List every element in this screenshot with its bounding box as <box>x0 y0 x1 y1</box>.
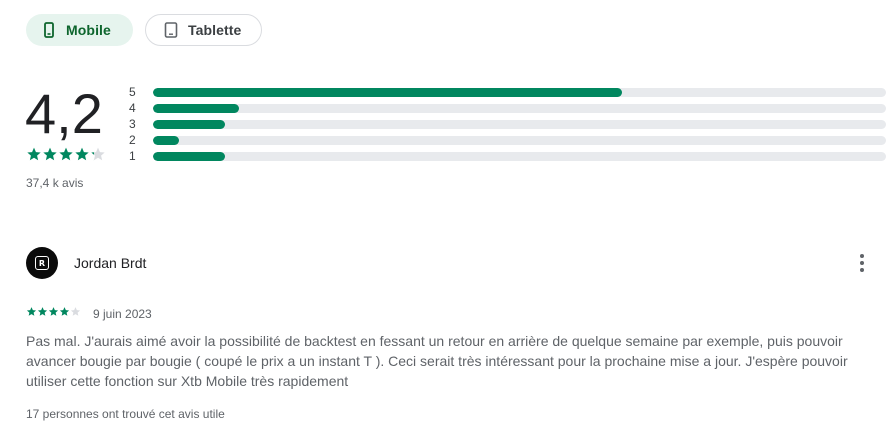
avatar-logo: R <box>35 256 49 270</box>
review-rating-stars <box>26 306 81 317</box>
phone-icon <box>42 22 56 38</box>
reviewer-name: Jordan Brdt <box>74 255 147 271</box>
histogram-row-2: 2 <box>129 132 886 148</box>
histogram-row-4: 4 <box>129 100 886 116</box>
histogram-row-5: 5 <box>129 84 886 100</box>
histogram-row-3: 3 <box>129 116 886 132</box>
tab-mobile-label: Mobile <box>66 22 111 38</box>
tab-tablet-label: Tablette <box>188 22 242 38</box>
more-vert-icon <box>860 254 864 258</box>
histogram-track <box>153 103 886 113</box>
star-icon <box>70 307 81 316</box>
histogram-label: 4 <box>129 101 136 115</box>
histogram-track <box>153 151 886 161</box>
tab-tablet[interactable]: Tablette <box>145 14 262 46</box>
histogram-row-1: 1 <box>129 148 886 164</box>
rating-histogram: 5 4 3 2 1 <box>129 84 886 164</box>
histogram-track <box>153 87 886 97</box>
histogram-track <box>153 135 886 145</box>
star-icon <box>91 147 105 161</box>
star-icon <box>48 307 59 316</box>
star-icon <box>59 307 70 316</box>
tab-mobile[interactable]: Mobile <box>26 14 133 46</box>
histogram-track <box>153 119 886 129</box>
star-icon <box>59 147 73 161</box>
total-reviews-count: 37,4 k avis <box>26 176 84 190</box>
review-text: Pas mal. J'aurais aimé avoir la possibil… <box>26 333 848 389</box>
avatar: R <box>26 247 58 279</box>
histogram-label: 5 <box>129 85 136 99</box>
histogram-bar <box>153 103 239 113</box>
average-rating-stars <box>26 146 106 162</box>
histogram-bar <box>153 119 225 129</box>
average-rating: 4,2 <box>25 82 103 145</box>
star-icon <box>27 147 41 161</box>
histogram-bar <box>153 87 623 97</box>
star-icon <box>43 147 57 161</box>
helpful-count: 17 personnes ont trouvé cet avis utile <box>26 407 225 421</box>
histogram-bar <box>153 135 180 145</box>
star-icon <box>26 307 37 316</box>
histogram-label: 3 <box>129 117 136 131</box>
review-date: 9 juin 2023 <box>93 307 152 321</box>
histogram-label: 1 <box>129 149 136 163</box>
star-icon <box>37 307 48 316</box>
star-icon <box>75 147 89 161</box>
histogram-label: 2 <box>129 133 136 147</box>
tablet-icon <box>164 22 178 38</box>
more-options-button[interactable] <box>850 251 874 275</box>
histogram-bar <box>153 151 225 161</box>
